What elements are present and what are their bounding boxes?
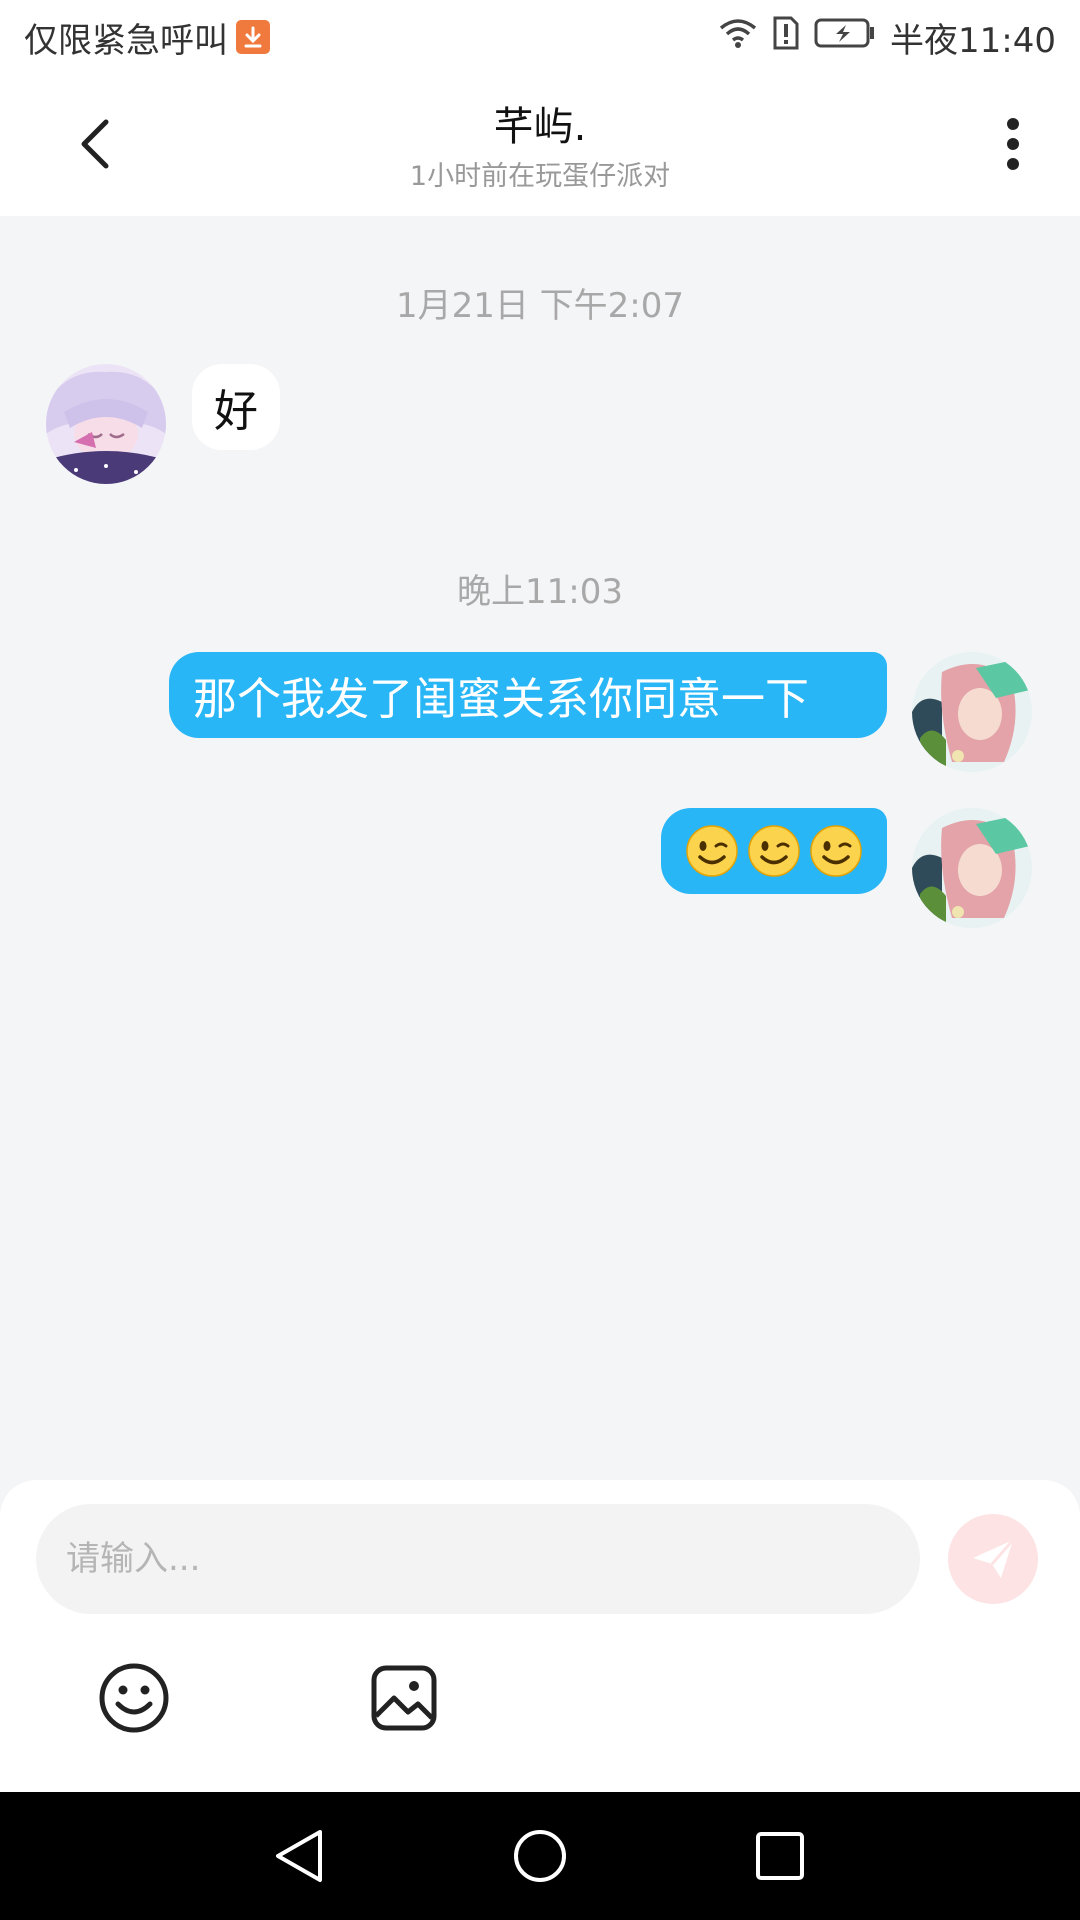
wifi-icon	[718, 16, 758, 59]
chat-header: 芊屿. 1小时前在玩蛋仔派对	[0, 74, 1080, 216]
chat-title: 芊屿.	[493, 104, 587, 150]
incoming-message-text: 好	[214, 386, 258, 437]
contact-avatar[interactable]	[46, 364, 166, 484]
battery-charging-icon	[814, 17, 876, 58]
winking-face-icon	[748, 825, 800, 877]
more-options-button[interactable]	[990, 112, 1036, 176]
outgoing-message-bubble[interactable]: 那个我发了闺蜜关系你同意一下	[169, 652, 887, 738]
message-composer	[0, 1480, 1080, 1792]
nav-recents-button[interactable]	[750, 1826, 810, 1886]
carrier-status-text: 仅限紧急呼叫	[24, 20, 228, 61]
outgoing-emoji-bubble[interactable]	[661, 808, 887, 894]
status-left: 仅限紧急呼叫	[24, 13, 270, 62]
nav-back-button[interactable]	[270, 1826, 330, 1886]
self-avatar[interactable]	[912, 652, 1032, 772]
emoji-icon	[99, 1663, 169, 1733]
avatar-image	[912, 652, 1032, 772]
message-timestamp: 1月21日 下午2:07	[395, 286, 685, 326]
send-icon	[973, 1539, 1015, 1578]
winking-face-icon	[686, 825, 738, 877]
send-button[interactable]	[948, 1514, 1038, 1604]
image-icon	[371, 1665, 437, 1731]
self-avatar[interactable]	[912, 808, 1032, 928]
status-bar: 仅限紧急呼叫 半夜11:40	[0, 0, 1080, 74]
sim-alert-icon	[772, 15, 800, 60]
outgoing-message-text: 那个我发了闺蜜关系你同意一下	[193, 674, 809, 725]
more-vertical-icon	[1007, 118, 1019, 170]
status-time: 半夜11:40	[890, 20, 1056, 61]
avatar-image	[46, 364, 166, 484]
image-button[interactable]	[368, 1662, 440, 1734]
status-right: 半夜11:40	[718, 13, 1056, 62]
download-icon	[236, 20, 270, 54]
nav-recents-icon	[756, 1832, 804, 1880]
emoji-button[interactable]	[98, 1662, 170, 1734]
chat-subtitle: 1小时前在玩蛋仔派对	[409, 161, 671, 192]
incoming-message-bubble[interactable]: 好	[192, 364, 280, 450]
system-nav-bar	[0, 1792, 1080, 1920]
avatar-image	[912, 808, 1032, 928]
emoji-row	[685, 824, 863, 878]
message-input[interactable]	[36, 1504, 920, 1614]
nav-home-button[interactable]	[510, 1826, 570, 1886]
nav-home-icon	[514, 1830, 566, 1882]
nav-back-icon	[276, 1830, 322, 1882]
winking-face-icon	[810, 825, 862, 877]
message-timestamp: 晚上11:03	[457, 572, 623, 612]
